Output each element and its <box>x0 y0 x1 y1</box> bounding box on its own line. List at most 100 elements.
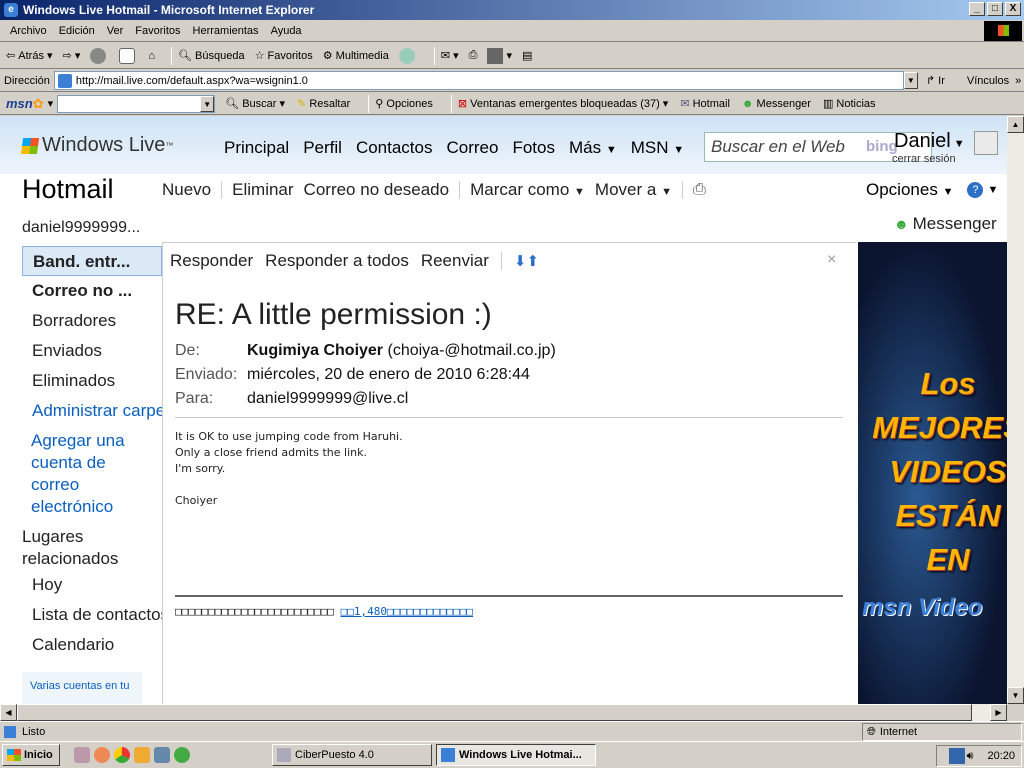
task-ciberpuesto[interactable]: CiberPuesto 4.0 <box>272 744 432 766</box>
hotmail-button[interactable]: ✉ Hotmail <box>680 97 730 111</box>
popups-blocked-button[interactable]: ⊠ Ventanas emergentes bloqueadas (37) ▾ <box>458 97 668 111</box>
back-button[interactable]: ⇦ Atrás ▾ <box>6 49 53 63</box>
mail-button[interactable]: ✉ ▾ <box>441 49 459 62</box>
go-button[interactable]: ↱ Ir <box>926 74 945 88</box>
folder-drafts[interactable]: Borradores <box>22 306 162 336</box>
chrome-icon[interactable] <box>114 747 130 763</box>
messenger-button[interactable]: ☻ Messenger <box>742 98 811 110</box>
add-account-link[interactable]: Agregar una cuenta de correo electrónico <box>22 430 162 518</box>
horizontal-scroll-thumb[interactable] <box>17 704 972 721</box>
edit-button[interactable]: ▾ <box>487 47 512 64</box>
horizontal-scrollbar[interactable]: ◀ ▶ <box>0 704 1007 721</box>
highlight-button[interactable]: ✎ Resaltar <box>297 97 350 111</box>
user-menu[interactable]: Daniel ▼ <box>894 130 965 153</box>
forward-button[interactable]: ⇨ ▾ <box>63 49 81 62</box>
msn-search-input[interactable]: ▼ <box>57 94 216 113</box>
menu-edicion[interactable]: Edición <box>59 25 95 37</box>
chevron-right-icon[interactable]: » <box>1015 75 1021 87</box>
news-button[interactable]: ▥ Noticias <box>823 97 876 111</box>
options-button[interactable]: Opciones ▼ <box>866 180 953 200</box>
multiple-accounts-promo[interactable]: Varias cuentas en tu <box>22 672 142 704</box>
window-titlebar[interactable]: e Windows Live Hotmail - Microsoft Inter… <box>0 0 1024 20</box>
mark-as-button[interactable]: Marcar como ▼ <box>470 180 585 200</box>
clock[interactable]: 20:20 <box>987 750 1015 762</box>
scroll-down-arrow-icon[interactable]: ▼ <box>1007 687 1024 704</box>
nav-mas[interactable]: Más ▼ <box>569 138 617 158</box>
chevron-down-icon[interactable]: ▼ <box>987 184 998 196</box>
forward-button[interactable]: Reenviar <box>421 251 489 271</box>
folder-junk[interactable]: Correo no ... <box>22 276 162 306</box>
msn-search-button[interactable]: 🔍︎ Buscar ▾ <box>225 97 285 111</box>
nav-contactos[interactable]: Contactos <box>356 138 433 158</box>
msn-menu-chevron-icon[interactable]: ▾ <box>48 97 54 110</box>
nav-principal[interactable]: Principal <box>224 138 289 158</box>
reply-button[interactable]: Responder <box>170 251 253 271</box>
pencil-icon[interactable] <box>134 747 150 763</box>
stop-button[interactable] <box>90 47 109 64</box>
avatar[interactable] <box>974 131 998 155</box>
related-contacts[interactable]: Lista de contactos <box>22 600 162 630</box>
discuss-button[interactable]: ▤ <box>522 49 532 62</box>
scroll-up-arrow-icon[interactable]: ▲ <box>1007 116 1024 133</box>
task-hotmail[interactable]: Windows Live Hotmai... <box>436 744 596 766</box>
history-button[interactable] <box>398 47 418 64</box>
vertical-scrollbar[interactable]: ▲ ▼ <box>1007 116 1024 704</box>
msn-video-ad[interactable]: Los MEJORES VIDEOS ESTÁN EN msn Video <box>858 242 1007 704</box>
print-icon[interactable]: ⎙ <box>693 181 706 199</box>
close-button[interactable]: X <box>1005 2 1021 16</box>
maximize-button[interactable]: □ <box>987 2 1003 16</box>
menu-ver[interactable]: Ver <box>107 25 124 37</box>
start-button[interactable]: Inicio <box>2 744 60 766</box>
minimize-button[interactable]: _ <box>969 2 985 16</box>
firefox-icon[interactable] <box>94 747 110 763</box>
volume-icon[interactable]: 🔊︎ <box>967 750 974 763</box>
signout-link[interactable]: cerrar sesión <box>892 153 956 165</box>
address-input[interactable]: http://mail.live.com/default.aspx?wa=wsi… <box>53 71 904 90</box>
new-button[interactable]: Nuevo <box>162 180 211 200</box>
links-button[interactable]: Vínculos <box>967 75 1009 87</box>
delete-button[interactable]: Eliminar <box>232 180 293 200</box>
folder-sent[interactable]: Enviados <box>22 336 162 366</box>
search-button[interactable]: 🔍︎ Búsqueda <box>178 49 245 63</box>
refresh-button[interactable] <box>119 47 138 64</box>
nav-msn[interactable]: MSN ▼ <box>631 138 684 158</box>
related-today[interactable]: Hoy <box>22 570 162 600</box>
network-icon[interactable] <box>154 747 170 763</box>
nav-perfil[interactable]: Perfil <box>303 138 342 158</box>
show-desktop-icon[interactable] <box>74 747 90 763</box>
folder-deleted[interactable]: Eliminados <box>22 366 162 396</box>
manage-folders-link[interactable]: Administrar carpetas <box>22 396 162 426</box>
favorites-button[interactable]: ☆ Favoritos <box>255 49 313 63</box>
msn-logo[interactable]: msn✿ <box>6 96 44 112</box>
menu-herramientas[interactable]: Herramientas <box>193 25 259 37</box>
related-calendar[interactable]: Calendario <box>22 630 162 660</box>
messenger-buddy-icon[interactable] <box>174 747 190 763</box>
nav-fotos[interactable]: Fotos <box>512 138 555 158</box>
folder-inbox[interactable]: Band. entr... <box>22 246 162 276</box>
print-button[interactable]: ⎙ <box>469 49 478 62</box>
junk-button[interactable]: Correo no deseado <box>304 180 450 200</box>
msn-options-button[interactable]: ⚲ Opciones <box>375 97 433 111</box>
move-to-button[interactable]: Mover a ▼ <box>595 180 672 200</box>
windows-live-logo[interactable]: Windows Live ™ <box>20 134 173 157</box>
scroll-right-arrow-icon[interactable]: ▶ <box>990 704 1007 721</box>
reply-all-button[interactable]: Responder a todos <box>265 251 409 271</box>
multimedia-button[interactable]: ⚙ Multimedia <box>323 49 389 63</box>
sender-name[interactable]: Kugimiya Choiyer <box>247 342 383 359</box>
scroll-left-arrow-icon[interactable]: ◀ <box>0 704 17 721</box>
address-dropdown-button[interactable]: ▼ <box>903 72 918 89</box>
hotmail-title[interactable]: Hotmail <box>22 174 114 205</box>
tray-icon[interactable] <box>948 748 965 764</box>
close-icon[interactable]: × <box>827 251 836 269</box>
menu-favoritos[interactable]: Favoritos <box>135 25 180 37</box>
messenger-link[interactable]: ☻ Messenger <box>894 214 997 234</box>
prev-next-arrows-icon[interactable]: ⬇⬆ <box>514 252 539 270</box>
nav-correo[interactable]: Correo <box>446 138 498 158</box>
footer-ad-link[interactable]: □□1,480□□□□□□□□□□□□□ <box>341 605 473 618</box>
home-button[interactable]: ⌂ <box>148 50 155 62</box>
menu-archivo[interactable]: Archivo <box>10 25 47 37</box>
msn-search-dropdown[interactable]: ▼ <box>200 95 215 112</box>
menu-ayuda[interactable]: Ayuda <box>271 25 302 37</box>
help-icon[interactable]: ? <box>967 182 984 198</box>
mail-icon: ✉ ▾ <box>440 50 459 62</box>
